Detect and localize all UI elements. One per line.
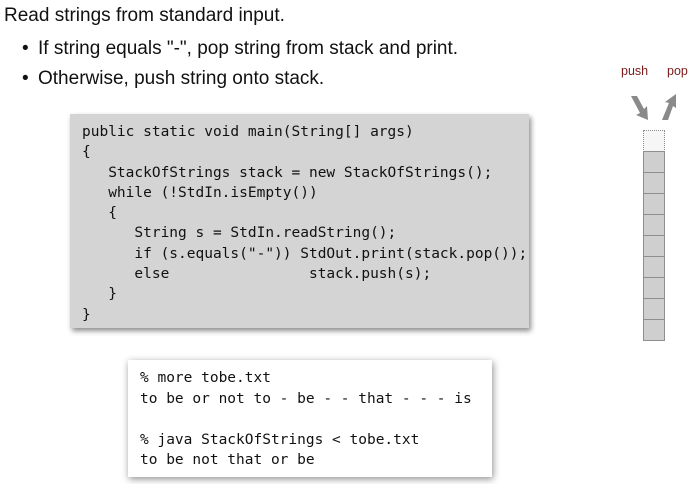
stack-cell xyxy=(643,194,665,215)
code-line: } xyxy=(82,286,117,303)
push-arrow-icon xyxy=(631,96,648,120)
code-line: if (s.equals("-")) StdOut.print(stack.po… xyxy=(82,245,528,262)
bullet-dot: • xyxy=(22,38,29,59)
bullet-text: Otherwise, push string onto stack. xyxy=(38,68,325,89)
stack-cell xyxy=(643,320,665,341)
stack-cell xyxy=(643,299,665,320)
bullet-dot: • xyxy=(22,68,29,89)
code-line: public static void main(String[] args) xyxy=(82,124,414,140)
code-line: { xyxy=(82,205,117,222)
stack-cell-empty xyxy=(643,130,665,152)
stack-cell xyxy=(643,215,665,236)
stack-cell xyxy=(643,152,665,173)
code-line: { xyxy=(82,144,91,161)
console-line: % more tobe.txt xyxy=(140,370,271,386)
stack-arrows xyxy=(631,94,676,120)
stack-cell xyxy=(643,278,665,299)
stack-column xyxy=(643,130,665,341)
code-line: String s = StdIn.readString(); xyxy=(82,225,397,242)
stack-cell xyxy=(643,236,665,257)
console-line: % java StackOfStrings < tobe.txt xyxy=(140,431,420,448)
code-line: } xyxy=(82,306,91,323)
stack-cell xyxy=(643,173,665,194)
console-output: % more tobe.txt to be or not to - be - - … xyxy=(140,368,492,471)
bullet-push-rule: • Otherwise, push string onto stack. xyxy=(22,64,458,94)
code-line: StackOfStrings stack = new StackOfString… xyxy=(82,164,493,181)
stack-cell xyxy=(643,257,665,278)
console-line: to be not that or be xyxy=(140,452,315,468)
code-line: else stack.push(s); xyxy=(82,266,432,283)
push-label: push xyxy=(621,64,649,78)
bullet-pop-rule: • If string equals "-", pop string from s… xyxy=(22,34,458,64)
code-panel: public static void main(String[] args){ … xyxy=(70,114,529,328)
bullet-list: • If string equals "-", pop string from s… xyxy=(22,34,458,94)
code-line: while (!StdIn.isEmpty()) xyxy=(82,184,318,201)
bullet-text: If string equals "-", pop string from st… xyxy=(38,38,459,59)
pop-arrow-icon xyxy=(662,94,676,120)
pop-label: pop xyxy=(667,64,688,78)
code-block: public static void main(String[] args){ … xyxy=(82,122,529,325)
console-line: to be or not to - be - - that - - - is xyxy=(140,390,472,407)
slide-heading: Read strings from standard input. xyxy=(4,5,285,26)
console-panel: % more tobe.txt to be or not to - be - - … xyxy=(128,360,492,477)
